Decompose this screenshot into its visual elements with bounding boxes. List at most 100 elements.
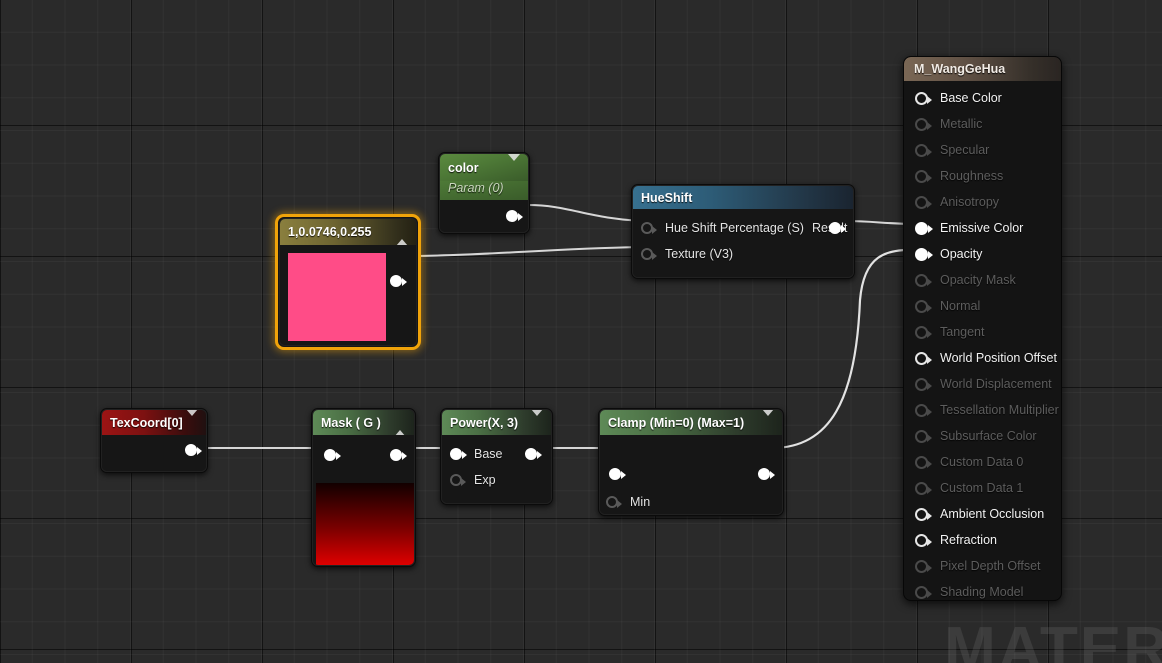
material-output-row[interactable]: Roughness [904,163,1061,189]
material-output-label: Custom Data 0 [940,455,1024,469]
material-output-row[interactable]: Base Color [904,85,1061,111]
material-output-row[interactable]: Shading Model [904,579,1061,600]
material-output-row[interactable]: Anisotropy [904,189,1061,215]
chevron-down-icon[interactable] [508,154,520,175]
pin-refraction[interactable] [915,533,932,547]
material-output-row[interactable]: Ambient Occlusion [904,501,1061,527]
material-output-row[interactable]: Specular [904,137,1061,163]
pin-ambient-occlusion[interactable] [915,507,932,521]
material-output-label: Subsurface Color [940,429,1037,443]
pin-row-hue-shift-texture[interactable]: Texture (V3) [633,241,853,267]
node-hue-shift[interactable]: HueShift Hue Shift Percentage (S) Result… [631,184,855,279]
pin-label-power-base: Base [474,447,503,461]
material-output-row[interactable]: Refraction [904,527,1061,553]
material-output-row[interactable]: Pixel Depth Offset [904,553,1061,579]
watermark-text: MATER [944,615,1162,663]
pin-row-power-base[interactable]: Base [442,441,551,467]
chevron-up-icon[interactable] [394,415,406,437]
node-hue-shift-label: HueShift [641,190,693,205]
node-clamp-title: Clamp (Min=0) (Max=1) [600,410,782,435]
pin-clamp-min[interactable] [606,496,622,508]
material-output-row[interactable]: Subsurface Color [904,423,1061,449]
material-output-node[interactable]: M_WangGeHua Base Color Metallic Specular Ro… [903,56,1062,601]
node-color-param-subtitle: Param (0) [448,181,504,195]
material-output-label: Anisotropy [940,195,1000,209]
pin-power-base[interactable] [450,448,467,460]
pin-power-exp[interactable] [450,474,466,486]
pin-row-power-exp[interactable]: Exp [442,467,551,493]
pin-tessellation-multiplier[interactable] [915,403,932,417]
pin-pixel-depth-offset[interactable] [915,559,932,573]
material-output-row[interactable]: Tangent [904,319,1061,345]
material-output-row[interactable]: Opacity Mask [904,267,1061,293]
material-output-row[interactable]: Custom Data 1 [904,475,1061,501]
pin-constant-color-output[interactable] [390,275,407,287]
mask-gradient-preview [316,483,414,565]
node-mask-label: Mask ( G ) [321,415,381,430]
material-output-row[interactable]: Tessellation Multiplier [904,397,1061,423]
chevron-down-icon[interactable] [762,410,774,430]
node-texcoord-label: TexCoord[0] [110,415,183,430]
pin-hue-shift-percentage[interactable] [641,222,657,234]
pin-hue-shift-texture[interactable] [641,248,657,260]
pin-mask-input[interactable] [324,449,341,461]
pin-hue-shift-result[interactable] [829,222,846,234]
node-texcoord[interactable]: TexCoord[0] [100,408,208,473]
pin-specular[interactable] [915,143,932,157]
pin-row-hue-shift-percentage[interactable]: Hue Shift Percentage (S) Result [633,215,853,241]
node-color-param-title: color [440,154,528,181]
pin-label-hue-shift-texture: Texture (V3) [665,247,734,261]
material-output-row[interactable]: Custom Data 0 [904,449,1061,475]
pin-normal[interactable] [915,299,932,313]
material-output-row[interactable]: Normal [904,293,1061,319]
pin-label-clamp-min: Min [630,495,651,509]
pin-mask-output[interactable] [390,449,407,461]
material-output-label: Tangent [940,325,985,339]
pin-world-position-offset[interactable] [915,351,932,365]
pin-world-displacement[interactable] [915,377,932,391]
node-constant-color[interactable]: 1,0.0746,0.255 [275,214,421,350]
material-output-row[interactable]: Opacity [904,241,1061,267]
pin-power-output[interactable] [525,448,542,460]
pin-anisotropy[interactable] [915,195,932,209]
material-graph-canvas[interactable]: color Param (0) 1,0.0746,0.255 HueShift … [0,0,1162,663]
node-hue-shift-title: HueShift [633,186,853,209]
node-constant-color-label: 1,0.0746,0.255 [288,225,372,239]
material-output-row[interactable]: Emissive Color [904,215,1061,241]
pin-label-hue-shift-percentage: Hue Shift Percentage (S) [665,221,804,235]
pin-texcoord-output[interactable] [185,444,202,456]
material-output-row[interactable]: World Displacement [904,371,1061,397]
pin-base-color[interactable] [915,91,932,105]
chevron-down-icon[interactable] [531,410,543,430]
pin-custom-data-1[interactable] [915,481,932,495]
pin-row-clamp-min[interactable]: Min [600,489,654,514]
node-clamp[interactable]: Clamp (Min=0) (Max=1) Min Max [598,408,784,516]
material-output-label: Base Color [940,91,1002,105]
material-output-label: Opacity Mask [940,273,1016,287]
material-output-row[interactable]: World Position Offset [904,345,1061,371]
material-node-title: M_WangGeHua [904,57,1061,81]
material-output-label: Custom Data 1 [940,481,1024,495]
pin-clamp-input[interactable] [609,468,626,480]
node-constant-color-title: 1,0.0746,0.255 [280,219,416,246]
pin-tangent[interactable] [915,325,932,339]
pin-opacity-mask[interactable] [915,273,932,287]
node-color-param[interactable]: color Param (0) [438,152,530,234]
chevron-up-icon[interactable] [396,225,408,246]
pin-color-param-output[interactable] [506,210,523,222]
pin-subsurface-color[interactable] [915,429,932,443]
pin-emissive-color[interactable] [915,221,933,235]
pin-opacity[interactable] [915,247,933,261]
node-clamp-label: Clamp (Min=0) (Max=1) [608,415,745,430]
pin-label-power-exp: Exp [474,473,496,487]
pin-custom-data-0[interactable] [915,455,932,469]
pin-roughness[interactable] [915,169,932,183]
material-output-row[interactable]: Metallic [904,111,1061,137]
pin-clamp-output[interactable] [758,468,775,480]
chevron-down-icon[interactable] [186,410,198,430]
node-mask[interactable]: Mask ( G ) [311,408,416,567]
node-power[interactable]: Power(X, 3) Base Exp [440,408,553,505]
pin-metallic[interactable] [915,117,932,131]
material-output-label: Metallic [940,117,983,131]
pin-shading-model[interactable] [915,585,932,599]
